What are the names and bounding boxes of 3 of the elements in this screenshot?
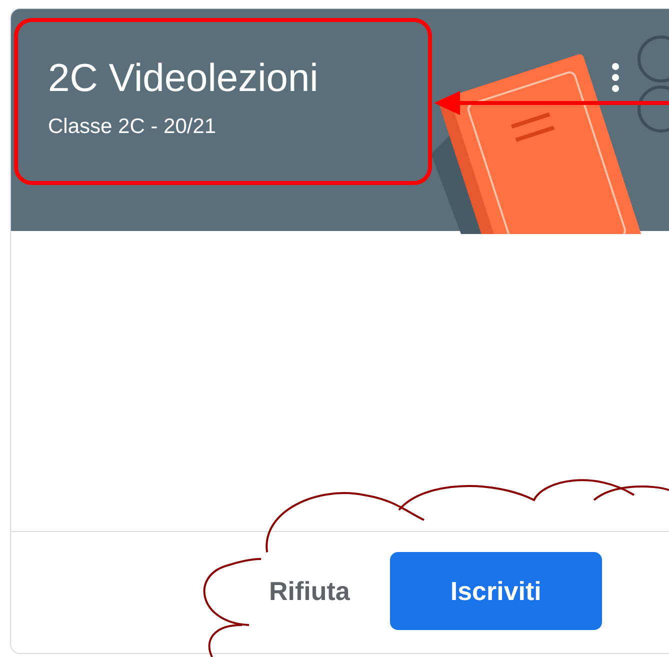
class-subtitle: Classe 2C - 20/21 bbox=[48, 115, 218, 139]
class-title[interactable]: 2C Videolezioni bbox=[48, 57, 318, 101]
join-button[interactable]: Iscriviti bbox=[390, 552, 602, 630]
